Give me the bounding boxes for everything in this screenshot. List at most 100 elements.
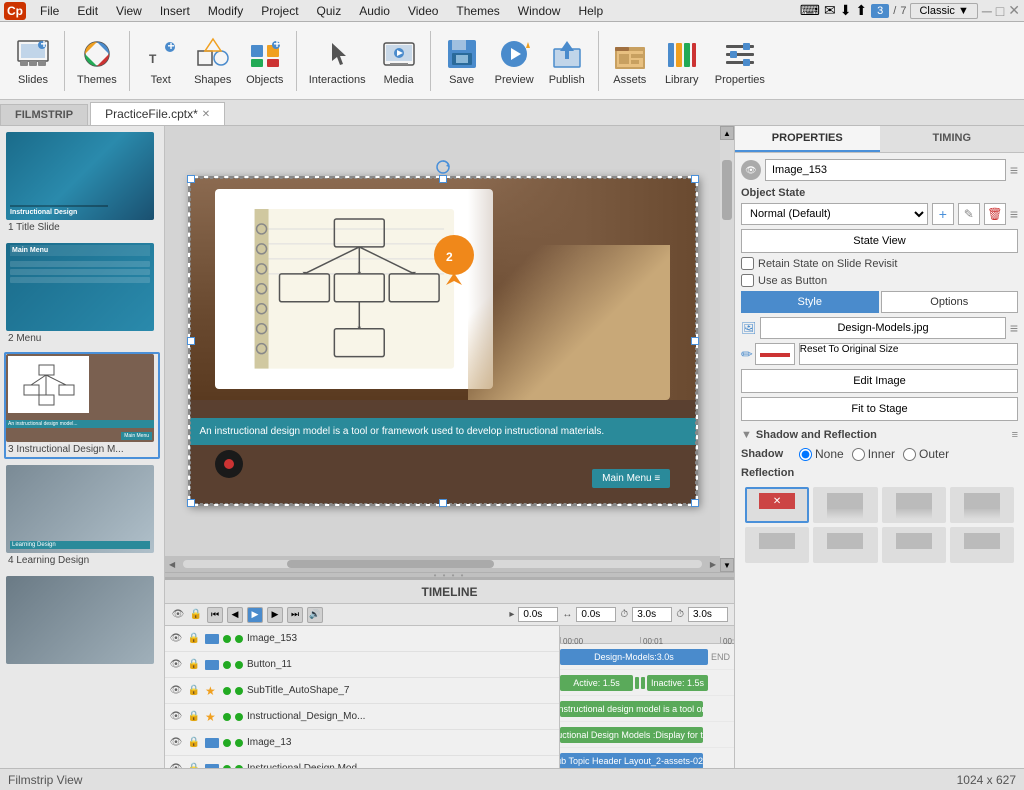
- row-0-eye[interactable]: 👁: [169, 632, 183, 646]
- row-4-eye[interactable]: 👁: [169, 736, 183, 750]
- state-menu-icon[interactable]: ≡: [1010, 206, 1018, 222]
- timeline-eye-toggle[interactable]: 👁: [171, 608, 185, 622]
- menu-edit[interactable]: Edit: [69, 2, 106, 20]
- tab-close-icon[interactable]: ✕: [202, 109, 210, 120]
- timeline-lock-toggle[interactable]: 🔒: [189, 608, 203, 622]
- image-file-menu-icon[interactable]: ≡: [1010, 320, 1018, 336]
- shadow-inner-radio[interactable]: [852, 448, 865, 461]
- toolbar-preview[interactable]: Preview: [489, 34, 540, 88]
- shadow-inner-label[interactable]: Inner: [852, 447, 895, 461]
- style-tab[interactable]: Style: [741, 291, 879, 313]
- menu-window[interactable]: Window: [510, 2, 569, 20]
- tab-properties[interactable]: PROPERTIES: [735, 126, 880, 152]
- tab-timing[interactable]: TIMING: [880, 126, 1024, 152]
- timeline-fwd-btn[interactable]: ▶: [267, 607, 283, 623]
- timeline-total-value[interactable]: 3.0s: [688, 607, 728, 622]
- upload-icon[interactable]: ⬆: [855, 2, 867, 19]
- toolbar-assets[interactable]: Assets: [605, 34, 655, 88]
- tab-file[interactable]: PracticeFile.cptx* ✕: [90, 102, 225, 125]
- maximize-icon[interactable]: □: [996, 3, 1004, 19]
- retain-state-checkbox[interactable]: [741, 257, 754, 270]
- visibility-toggle[interactable]: 👁: [741, 160, 761, 180]
- timeline-row-3[interactable]: 👁 🔒 ★ Instructional_Design_Mo...: [165, 704, 559, 730]
- tab-filmstrip[interactable]: FILMSTRIP: [0, 104, 88, 125]
- row-3-lock[interactable]: 🔒: [187, 710, 201, 724]
- timeline-to-end-btn[interactable]: ⏭: [287, 607, 303, 623]
- row-1-eye[interactable]: 👁: [169, 658, 183, 672]
- timeline-back-btn[interactable]: ◀: [227, 607, 243, 623]
- row-5-lock[interactable]: 🔒: [187, 762, 201, 769]
- shadow-none-radio[interactable]: [799, 448, 812, 461]
- row-0-lock[interactable]: 🔒: [187, 632, 201, 646]
- menu-help[interactable]: Help: [570, 2, 611, 20]
- minimize-icon[interactable]: ─: [982, 3, 992, 19]
- filmstrip-slide-2[interactable]: Main Menu 2 Menu: [4, 241, 160, 348]
- state-add-btn[interactable]: +: [932, 203, 954, 225]
- refl-thumb-7[interactable]: [950, 527, 1014, 563]
- shadow-collapse-icon[interactable]: ▼: [741, 429, 752, 441]
- vscroll-track[interactable]: [720, 140, 734, 558]
- state-select[interactable]: Normal (Default): [741, 203, 928, 225]
- stage-menu-btn[interactable]: Main Menu ≡: [592, 469, 670, 488]
- close-icon[interactable]: ✕: [1008, 2, 1020, 19]
- timeline-row-1[interactable]: 👁 🔒 Button_11: [165, 652, 559, 678]
- toolbar-objects[interactable]: + Objects: [240, 34, 290, 88]
- toolbar-properties[interactable]: Properties: [709, 34, 771, 88]
- menu-view[interactable]: View: [108, 2, 150, 20]
- refl-thumb-0[interactable]: ✕: [745, 487, 809, 523]
- row-5-eye[interactable]: 👁: [169, 762, 183, 769]
- toolbar-text[interactable]: T + Text: [136, 34, 186, 88]
- shadow-menu-icon[interactable]: ≡: [1012, 429, 1018, 441]
- stage-scroll[interactable]: 2 An instructional design model is a too…: [165, 126, 720, 556]
- timeline-row-0[interactable]: 👁 🔒 Image_153: [165, 626, 559, 652]
- email-icon[interactable]: ✉: [824, 2, 836, 19]
- image-file-btn[interactable]: Design-Models.jpg: [760, 317, 1006, 339]
- toolbar-library[interactable]: Library: [657, 34, 707, 88]
- menu-quiz[interactable]: Quiz: [309, 2, 350, 20]
- filmstrip-slide-1[interactable]: Instructional Design 1 Title Slide: [4, 130, 160, 237]
- toolbar-save[interactable]: Save: [437, 34, 487, 88]
- object-name-input[interactable]: [765, 159, 1006, 181]
- scroll-left-icon[interactable]: ◀: [169, 560, 175, 569]
- refl-thumb-3[interactable]: [950, 487, 1014, 523]
- tl-bar-1a[interactable]: Active: 1.5s: [560, 675, 633, 691]
- menu-video[interactable]: Video: [400, 2, 446, 20]
- record-btn[interactable]: [215, 450, 243, 478]
- row-3-eye[interactable]: 👁: [169, 710, 183, 724]
- toolbar-themes[interactable]: Themes: [71, 34, 123, 88]
- menu-file[interactable]: File: [32, 2, 67, 20]
- toolbar-publish[interactable]: Publish: [542, 34, 592, 88]
- scroll-right-icon[interactable]: ▶: [710, 560, 716, 569]
- tl-bar-0[interactable]: Design-Models:3.0s: [560, 649, 708, 665]
- paintbrush-icon[interactable]: ✏: [741, 346, 753, 363]
- hscroll-track[interactable]: [183, 560, 702, 568]
- row-1-lock[interactable]: 🔒: [187, 658, 201, 672]
- tl-bar-2[interactable]: An instructional design model is a tool …: [560, 701, 703, 717]
- refl-thumb-6[interactable]: [882, 527, 946, 563]
- classic-badge[interactable]: Classic ▼: [910, 3, 977, 19]
- timeline-pos-value[interactable]: 0.0s: [518, 607, 558, 622]
- menu-modify[interactable]: Modify: [200, 2, 251, 20]
- toolbar-slides[interactable]: + Slides: [8, 34, 58, 88]
- menu-themes[interactable]: Themes: [448, 2, 507, 20]
- timeline-offset-value[interactable]: 0.0s: [576, 607, 616, 622]
- download-icon[interactable]: ⬇: [840, 2, 852, 19]
- color-swatch[interactable]: [755, 343, 795, 365]
- row-2-lock[interactable]: 🔒: [187, 684, 201, 698]
- tl-bar-4[interactable]: 6. Sub Topic Header Layout_2-assets-02t3…: [560, 753, 703, 769]
- use-as-button-checkbox[interactable]: [741, 274, 754, 287]
- timeline-play-btn[interactable]: ▶: [247, 607, 263, 623]
- timeline-to-start-btn[interactable]: ⏮: [207, 607, 223, 623]
- menu-insert[interactable]: Insert: [152, 2, 198, 20]
- reset-size-btn[interactable]: Reset To Original Size: [799, 343, 1018, 365]
- shadow-outer-radio[interactable]: [903, 448, 916, 461]
- shadow-none-label[interactable]: None: [799, 447, 844, 461]
- filmstrip-slide-4[interactable]: Learning Design 4 Learning Design: [4, 463, 160, 570]
- refl-thumb-5[interactable]: [813, 527, 877, 563]
- state-view-btn[interactable]: State View: [741, 229, 1018, 253]
- hscroll-thumb[interactable]: [287, 560, 495, 568]
- options-tab[interactable]: Options: [881, 291, 1019, 313]
- refl-thumb-1[interactable]: [813, 487, 877, 523]
- toolbar-shapes[interactable]: Shapes: [188, 34, 238, 88]
- object-menu-icon[interactable]: ≡: [1010, 162, 1018, 178]
